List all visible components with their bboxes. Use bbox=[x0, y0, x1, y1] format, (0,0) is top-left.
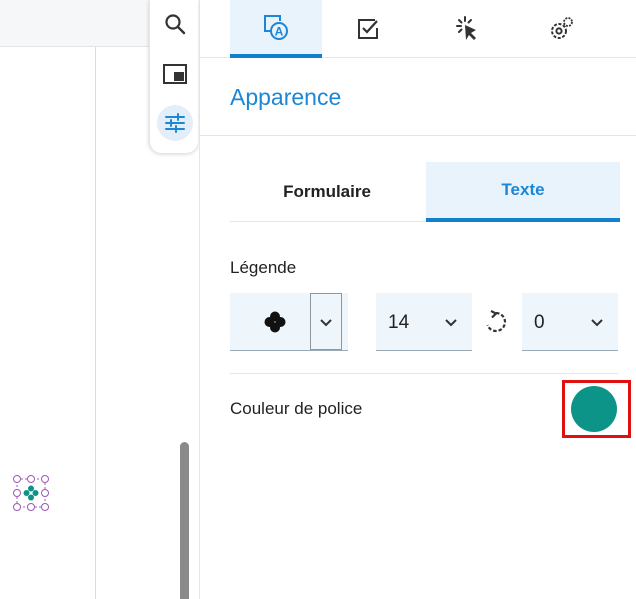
rotate-icon bbox=[486, 310, 507, 333]
font-size-value: 14 bbox=[388, 312, 410, 333]
chevron-down-icon bbox=[591, 319, 603, 327]
divider bbox=[200, 135, 636, 136]
tab-formulaire[interactable]: Formulaire bbox=[230, 162, 424, 222]
canvas-guide-line bbox=[95, 47, 96, 599]
rotation-select[interactable]: 0 bbox=[522, 293, 618, 351]
canvas-scrollbar[interactable] bbox=[180, 442, 189, 599]
checkbox-icon bbox=[358, 19, 378, 39]
canvas-toolbar bbox=[0, 0, 150, 47]
icon-dropdown-button[interactable] bbox=[310, 293, 342, 350]
tab-actions[interactable] bbox=[422, 0, 514, 58]
tool-strip bbox=[149, 0, 198, 153]
tab-settings[interactable] bbox=[515, 0, 607, 58]
legend-label: Légende bbox=[230, 258, 297, 277]
appearance-icon: A bbox=[264, 15, 288, 40]
click-icon bbox=[456, 16, 476, 40]
properties-panel: A Apparence Formulaire Texte Légende 14 … bbox=[199, 0, 636, 599]
tab-validation[interactable] bbox=[322, 0, 414, 58]
sliders-icon bbox=[165, 113, 185, 133]
rotation-value: 0 bbox=[534, 312, 545, 333]
panel-top-tabs: A bbox=[200, 0, 636, 58]
search-tool-button[interactable] bbox=[157, 6, 193, 42]
selected-widget[interactable] bbox=[12, 474, 50, 512]
search-icon bbox=[165, 14, 186, 35]
panel-tool-button[interactable] bbox=[157, 56, 193, 92]
panel-icon bbox=[163, 64, 187, 84]
font-size-select[interactable]: 14 bbox=[376, 293, 472, 351]
chevron-down-icon bbox=[320, 318, 332, 326]
tab-texte[interactable]: Texte bbox=[426, 162, 620, 222]
tab-appearance[interactable]: A bbox=[230, 0, 322, 58]
svg-text:A: A bbox=[275, 25, 284, 39]
settings-icon bbox=[551, 17, 573, 39]
clover-icon bbox=[264, 311, 286, 333]
font-color-label: Couleur de police bbox=[230, 399, 363, 418]
chevron-down-icon bbox=[445, 319, 457, 327]
legend-icon-select[interactable] bbox=[230, 293, 348, 351]
section-title: Apparence bbox=[230, 84, 342, 110]
font-color-swatch[interactable] bbox=[571, 386, 617, 432]
divider bbox=[230, 373, 618, 374]
sub-tabs: Formulaire Texte bbox=[230, 162, 620, 222]
properties-tool-button[interactable] bbox=[157, 105, 193, 141]
